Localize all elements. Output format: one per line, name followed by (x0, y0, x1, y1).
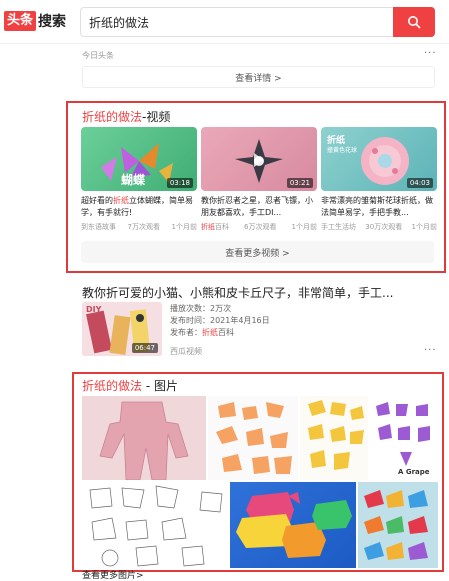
video-section-title-highlight: 折纸的做法 (82, 110, 143, 124)
video-source: 手工生活坊 (321, 223, 356, 231)
publisher: 发布者：折纸百科 (170, 328, 234, 337)
video-description[interactable]: 非常漂亮的雏菊斯花球折纸，做法简单易学，手把手教... (321, 195, 437, 219)
logo-badge: 头条 (4, 11, 37, 31)
image-section: 折纸的做法 - 图片 A Grape (72, 372, 444, 572)
video-card[interactable]: 03:21 教你折忍者之星，忍者飞镖，小朋友都喜欢，手工DI... 折纸百科 6… (201, 127, 317, 232)
paper-figure-image (99, 401, 189, 480)
view-details-button[interactable]: 查看详情 > (82, 66, 435, 88)
image-tile[interactable] (208, 396, 298, 480)
video-time: 1个月前 (411, 223, 437, 231)
video-duration: 04:03 (406, 178, 433, 188)
paper-boats-image (364, 490, 428, 560)
image-tile[interactable] (230, 482, 356, 568)
search-box (80, 7, 435, 37)
video-section: 折纸的做法-视频 蝴蝶 03:18 超好看的折纸立体蝴蝶，简单易学，有手就行! … (66, 101, 446, 273)
fold-diagram-image (216, 402, 292, 474)
video-duration: 03:21 (286, 178, 313, 188)
video-views: 30万次观看 (365, 223, 403, 231)
thumb-caption: 蝴蝶 (121, 173, 146, 187)
publish-time: 发布时间：2021年4月16日 (170, 316, 270, 325)
image-tile[interactable] (300, 396, 368, 480)
video-meta: 到东语故事 7万次观看 1个月前 (81, 222, 197, 232)
video-views: 7万次观看 (127, 223, 160, 231)
video-section-title-rest: -视频 (142, 110, 171, 124)
image-section-title[interactable]: 折纸的做法 - 图片 (82, 377, 178, 394)
paper-pigs-image (236, 492, 352, 558)
image-tile[interactable]: A Grape (370, 396, 438, 480)
header: 头条 搜索 (0, 0, 449, 44)
video-source: 到东语故事 (81, 223, 116, 231)
video-time: 1个月前 (291, 223, 317, 231)
video-description[interactable]: 超好看的折纸立体蝴蝶，简单易学，有手就行! (81, 195, 197, 219)
video-duration: 03:18 (166, 178, 193, 188)
more-options-icon[interactable]: ··· (424, 48, 437, 59)
video-thumbnail[interactable]: 蝴蝶 03:18 (81, 127, 197, 191)
video-card[interactable]: 蝴蝶 03:18 超好看的折纸立体蝴蝶，简单易学，有手就行! 到东语故事 7万次… (81, 127, 197, 232)
more-videos-button[interactable]: 查看更多视频 > (81, 241, 434, 263)
search-icon (408, 16, 421, 29)
logo-text: 搜索 (38, 14, 67, 30)
result-thumbnail[interactable]: DIY 06:47 (82, 302, 162, 356)
play-count: 播放次数：2万次 (170, 304, 232, 313)
video-source: 折纸百科 (201, 223, 229, 231)
top-result-source: 今日头条 (82, 51, 114, 60)
more-options-icon[interactable]: ··· (424, 345, 437, 356)
image-section-title-highlight: 折纸的做法 (82, 379, 143, 393)
video-card[interactable]: 折纸 撞黄色花球 04:03 非常漂亮的雏菊斯花球折纸，做法简单易学，手把手教.… (321, 127, 437, 232)
search-input[interactable] (89, 13, 379, 31)
video-time: 1个月前 (171, 223, 197, 231)
image-section-title-rest: - 图片 (142, 379, 178, 393)
video-thumbnail[interactable]: 03:21 (201, 127, 317, 191)
thumb-caption: DIY (86, 305, 102, 314)
video-views: 6万次观看 (244, 223, 277, 231)
result-info: 播放次数：2万次 发布时间：2021年4月16日 发布者：折纸百科 (170, 303, 270, 339)
video-meta: 折纸百科 6万次观看 1个月前 (201, 222, 317, 232)
yellow-fold-diagram-image (308, 400, 364, 470)
line-fold-diagram-image (89, 485, 223, 567)
video-duration: 06:47 (131, 343, 158, 353)
thumb-subcaption: 撞黄色花球 (327, 147, 358, 154)
video-thumbnail[interactable]: 折纸 撞黄色花球 04:03 (321, 127, 437, 191)
result-title[interactable]: 教你折可爱的小猫、小熊和皮卡丘尺子，非常简单，手工... (82, 284, 422, 301)
image-tile[interactable] (358, 482, 438, 568)
result-source: 西瓜视频 (170, 347, 202, 356)
image-tile[interactable] (82, 482, 228, 568)
image-tile[interactable] (82, 396, 206, 480)
search-button[interactable] (393, 7, 435, 37)
video-meta: 手工生活坊 30万次观看 1个月前 (321, 222, 437, 232)
image-caption: A Grape (398, 468, 430, 476)
video-description[interactable]: 教你折忍者之星，忍者飞镖，小朋友都喜欢，手工DI... (201, 195, 317, 219)
logo[interactable]: 头条 搜索 (4, 10, 66, 32)
video-section-title[interactable]: 折纸的做法-视频 (82, 108, 170, 125)
more-images-button[interactable]: 查看更多图片> (82, 568, 144, 581)
